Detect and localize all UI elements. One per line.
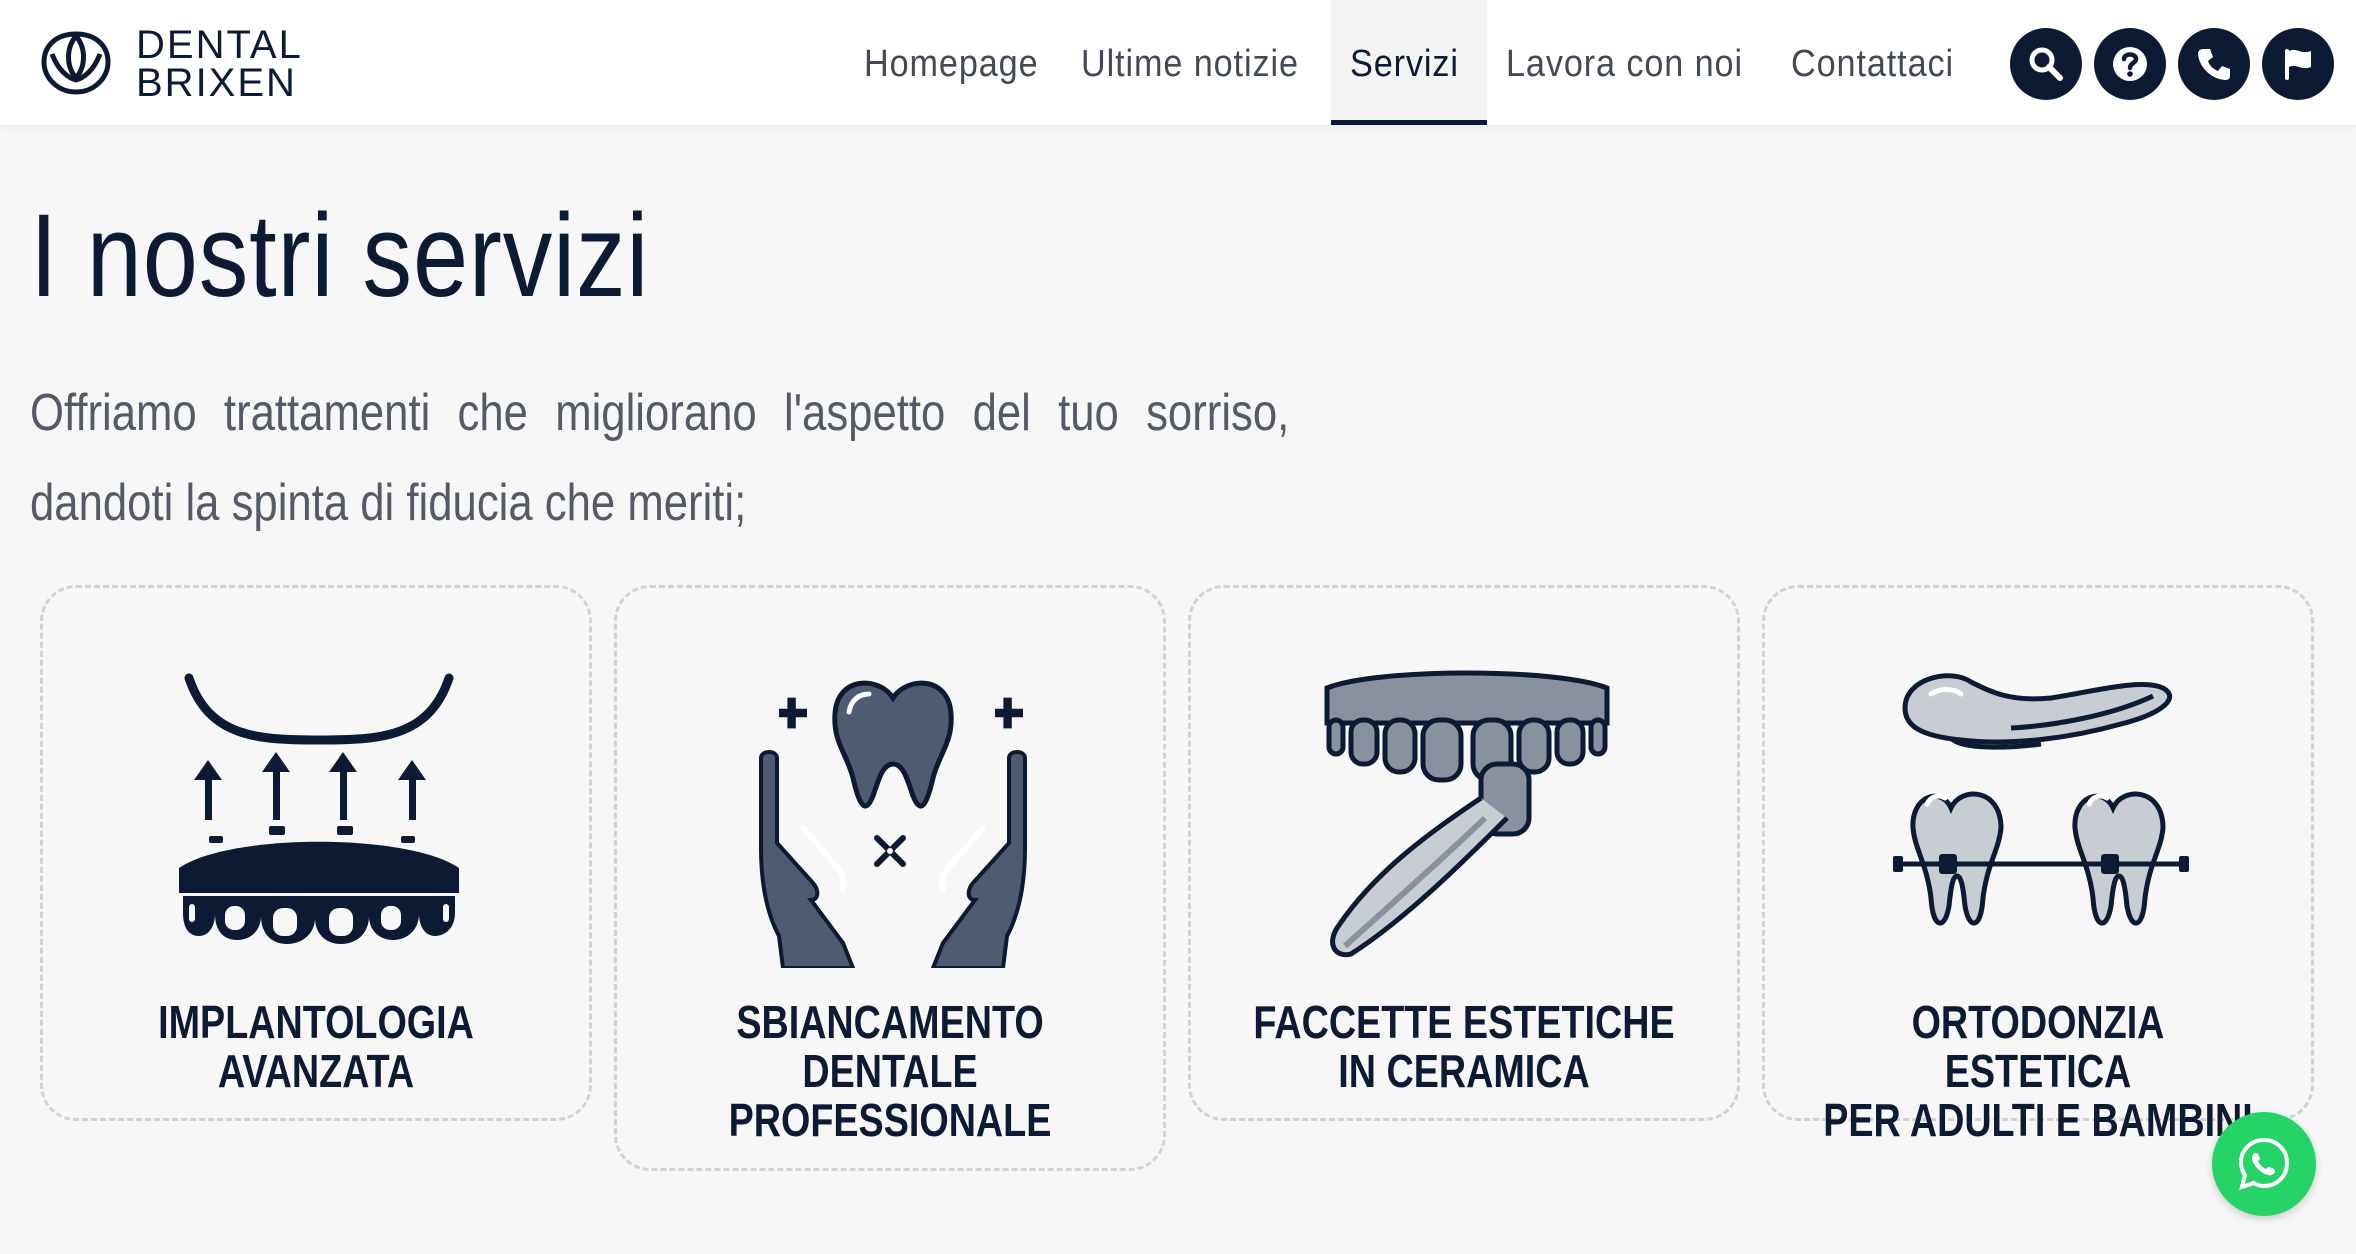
service-title: ORTODONZIA ESTETICA PER ADULTI E BAMBINI	[1814, 998, 2262, 1145]
brand-name: DENTAL BRIXEN	[136, 23, 303, 105]
service-title-line: IMPLANTOLOGIA	[158, 996, 474, 1048]
whatsapp-icon	[2238, 1137, 2290, 1191]
phone-icon	[2198, 49, 2230, 80]
nav-lavora-con-noi[interactable]: Lavora con noi	[1506, 0, 1743, 125]
brand-line1: DENTAL	[136, 23, 303, 67]
service-title: FACCETTE ESTETICHE IN CERAMICA	[1240, 998, 1688, 1096]
service-title-line: PER ADULTI E BAMBINI	[1823, 1094, 2253, 1146]
brand-line2: BRIXEN	[136, 61, 297, 105]
nav-servizi[interactable]: Servizi	[1350, 0, 1459, 125]
phone-button[interactable]	[2178, 28, 2250, 100]
language-button[interactable]	[2262, 28, 2334, 100]
orthodontic-aligner-icon	[1893, 673, 2189, 926]
intro-line-1: Offriamo trattamenti che migliorano l'as…	[30, 384, 1290, 442]
nav-ultime-notizie[interactable]: Ultime notizie	[1081, 0, 1299, 125]
page-title: I nostri servizi	[30, 190, 650, 322]
service-card-sbiancamento[interactable]: SBIANCAMENTO DENTALE PROFESSIONALE	[614, 585, 1166, 1171]
service-card-ortodonzia[interactable]: ORTODONZIA ESTETICA PER ADULTI E BAMBINI	[1762, 585, 2314, 1145]
search-button[interactable]	[2010, 28, 2082, 100]
search-icon	[2029, 47, 2063, 81]
tooth-whitening-icon	[759, 680, 1027, 968]
service-title-line: FACCETTE ESTETICHE	[1253, 996, 1675, 1048]
service-card-implantologia[interactable]: IMPLANTOLOGIA AVANZATA	[40, 585, 592, 1121]
service-title-line: ORTODONZIA ESTETICA	[1911, 996, 2165, 1097]
whatsapp-button[interactable]	[2212, 1112, 2316, 1216]
service-title-line: PROFESSIONALE	[728, 1094, 1052, 1146]
site-header: DENTAL BRIXEN Homepage Ultime notizie Se…	[0, 0, 2356, 125]
nav-contattaci[interactable]: Contattaci	[1791, 0, 1954, 125]
tooth-lotus-icon	[41, 31, 111, 95]
service-title-line: DENTALE	[802, 1045, 978, 1097]
intro-line-2: dandoti la spinta di fiducia che meriti;	[30, 474, 747, 532]
help-button[interactable]	[2094, 28, 2166, 100]
flag-icon	[2285, 49, 2311, 80]
help-icon	[2113, 47, 2147, 81]
site-logo[interactable]: DENTAL BRIXEN	[36, 22, 336, 104]
dental-veneer-icon	[1324, 670, 1610, 958]
service-title: SBIANCAMENTO DENTALE PROFESSIONALE	[666, 998, 1114, 1145]
service-title-line: IN CERAMICA	[1338, 1045, 1590, 1097]
service-card-faccette[interactable]: FACCETTE ESTETICHE IN CERAMICA	[1188, 585, 1740, 1121]
intro-text: Offriamo trattamenti che migliorano l'as…	[30, 368, 1290, 548]
service-title-line: SBIANCAMENTO	[736, 996, 1044, 1048]
service-title: IMPLANTOLOGIA AVANZATA	[92, 998, 540, 1096]
service-title-line: AVANZATA	[217, 1045, 415, 1097]
dental-implant-icon	[179, 673, 459, 944]
nav-homepage[interactable]: Homepage	[864, 0, 1039, 125]
